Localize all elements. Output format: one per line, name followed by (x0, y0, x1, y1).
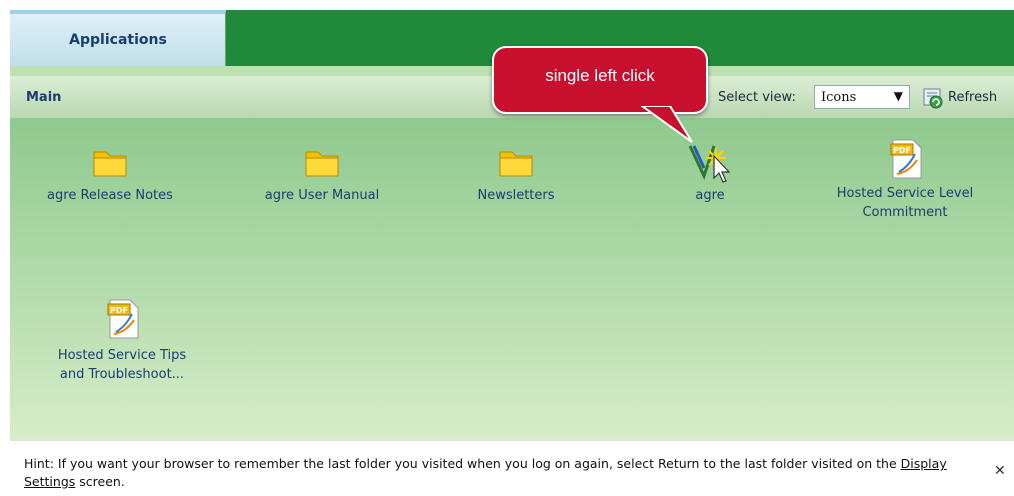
folder-item-user-manual[interactable]: agre User Manual (232, 144, 412, 205)
tab-applications[interactable]: Applications (10, 10, 226, 66)
tab-label: Applications (69, 32, 167, 48)
cursor-icon (713, 154, 731, 183)
folder-item-newsletters[interactable]: Newsletters (426, 144, 606, 205)
pdf-icon: PDF (890, 139, 922, 179)
svg-text:PDF: PDF (110, 306, 128, 315)
folder-icon (305, 151, 339, 177)
refresh-button[interactable]: Refresh (948, 90, 997, 105)
icon-view-area: agre Release Notes agre User Manual News… (10, 118, 1014, 440)
svg-text:PDF: PDF (893, 146, 911, 155)
item-label: agre (695, 188, 725, 203)
folder-item-release-notes[interactable]: agre Release Notes (20, 144, 200, 205)
callout-text: single left click (545, 66, 655, 85)
select-view-dropdown[interactable]: Icons ▼ (814, 85, 910, 109)
item-label: Newsletters (477, 188, 555, 203)
item-label: Hosted Service Level Commitment (836, 186, 974, 220)
hint-text: Hint: If you want your browser to rememb… (24, 456, 947, 489)
select-view-label: Select view: (718, 90, 796, 105)
chevron-down-icon: ▼ (893, 89, 903, 103)
pdf-item-tips[interactable]: PDF Hosted Service Tips and Troubleshoot… (32, 296, 212, 384)
app-item-agre[interactable]: agre (620, 140, 800, 205)
select-view-value: Icons (821, 90, 857, 105)
app-icon (688, 145, 731, 183)
folder-title: Main (26, 90, 62, 105)
item-label: Hosted Service Tips and Troubleshoot... (57, 348, 187, 382)
callout-pointer (640, 106, 693, 143)
application-window: Applications Main Select view: Icons ▼ R… (10, 10, 1014, 496)
callout-annotation: single left click (492, 46, 708, 114)
pdf-icon: PDF (107, 299, 139, 339)
item-label: agre Release Notes (47, 188, 173, 203)
refresh-icon[interactable] (922, 87, 944, 109)
folder-icon (499, 151, 533, 177)
pdf-item-service-level[interactable]: PDF Hosted Service Level Commitment (810, 136, 1000, 222)
item-label: agre User Manual (264, 188, 380, 203)
close-icon[interactable]: ✕ (994, 463, 1006, 479)
hint-bar: Hint: If you want your browser to rememb… (10, 440, 1014, 496)
folder-icon (93, 151, 127, 177)
